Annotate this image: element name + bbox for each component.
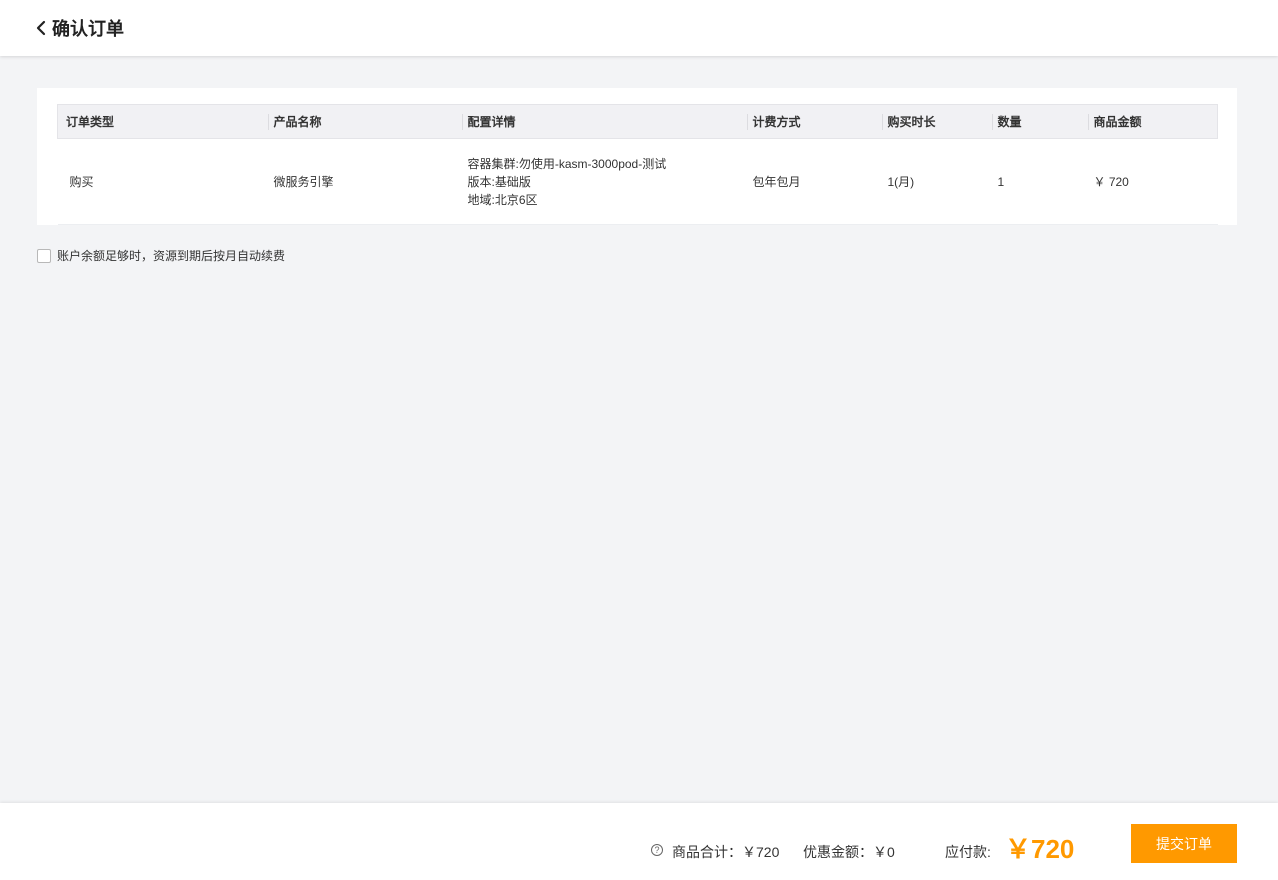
cell-config: 容器集群:勿使用-kasm-3000pod-测试 版本:基础版 地域:北京6区 [461,138,747,225]
footer-bar: ? 商品合计：￥720 优惠金额：￥0 应付款: ￥720 提交订单 [0,803,1278,880]
cell-duration: 1(月) [881,138,992,225]
table-row: 购买 微服务引擎 容器集群:勿使用-kasm-3000pod-测试 版本:基础版… [57,138,1218,225]
column-header-config: 配置详情 [461,104,747,139]
cell-billing: 包年包月 [746,138,882,225]
table-header-row: 订单类型 产品名称 配置详情 计费方式 购买时长 数量 商品金额 [57,104,1218,139]
cell-order-type: 购买 [57,138,268,225]
auto-renew-label: 账户余额足够时，资源到期后按月自动续费 [57,249,286,263]
page-title: 确认订单 [52,19,124,39]
chevron-left-icon[interactable] [34,20,48,36]
column-header-quantity: 数量 [991,104,1088,139]
column-header-amount: 商品金额 [1087,104,1218,139]
config-cluster: 容器集群:勿使用-kasm-3000pod-测试 [467,156,667,171]
auto-renew-option[interactable]: 账户余额足够时，资源到期后按月自动续费 [37,247,285,264]
config-version: 版本:基础版 [467,174,531,189]
submit-order-button[interactable]: 提交订单 [1131,824,1237,863]
cell-product-name: 微服务引擎 [267,138,462,225]
auto-renew-checkbox[interactable] [37,248,51,263]
column-header-product-name: 产品名称 [267,104,462,139]
cell-amount: ￥ 720 [1087,138,1218,225]
payable-label: 应付款: [945,844,991,860]
goods-total: 商品合计：￥720 [672,844,780,860]
config-region: 地域:北京6区 [467,192,538,207]
column-header-duration: 购买时长 [881,104,992,139]
discount-amount: 优惠金额：￥0 [803,844,895,860]
payable-amount: ￥720 [1005,834,1075,864]
help-icon[interactable]: ? [651,844,663,856]
order-card: 订单类型 产品名称 配置详情 计费方式 购买时长 数量 商品金额 购买 微服务引… [37,88,1237,225]
column-header-billing: 计费方式 [746,104,882,139]
top-bar: 确认订单 [0,0,1278,56]
cell-quantity: 1 [991,138,1088,225]
column-header-order-type: 订单类型 [57,104,268,139]
order-table: 订单类型 产品名称 配置详情 计费方式 购买时长 数量 商品金额 购买 微服务引… [57,104,1218,225]
